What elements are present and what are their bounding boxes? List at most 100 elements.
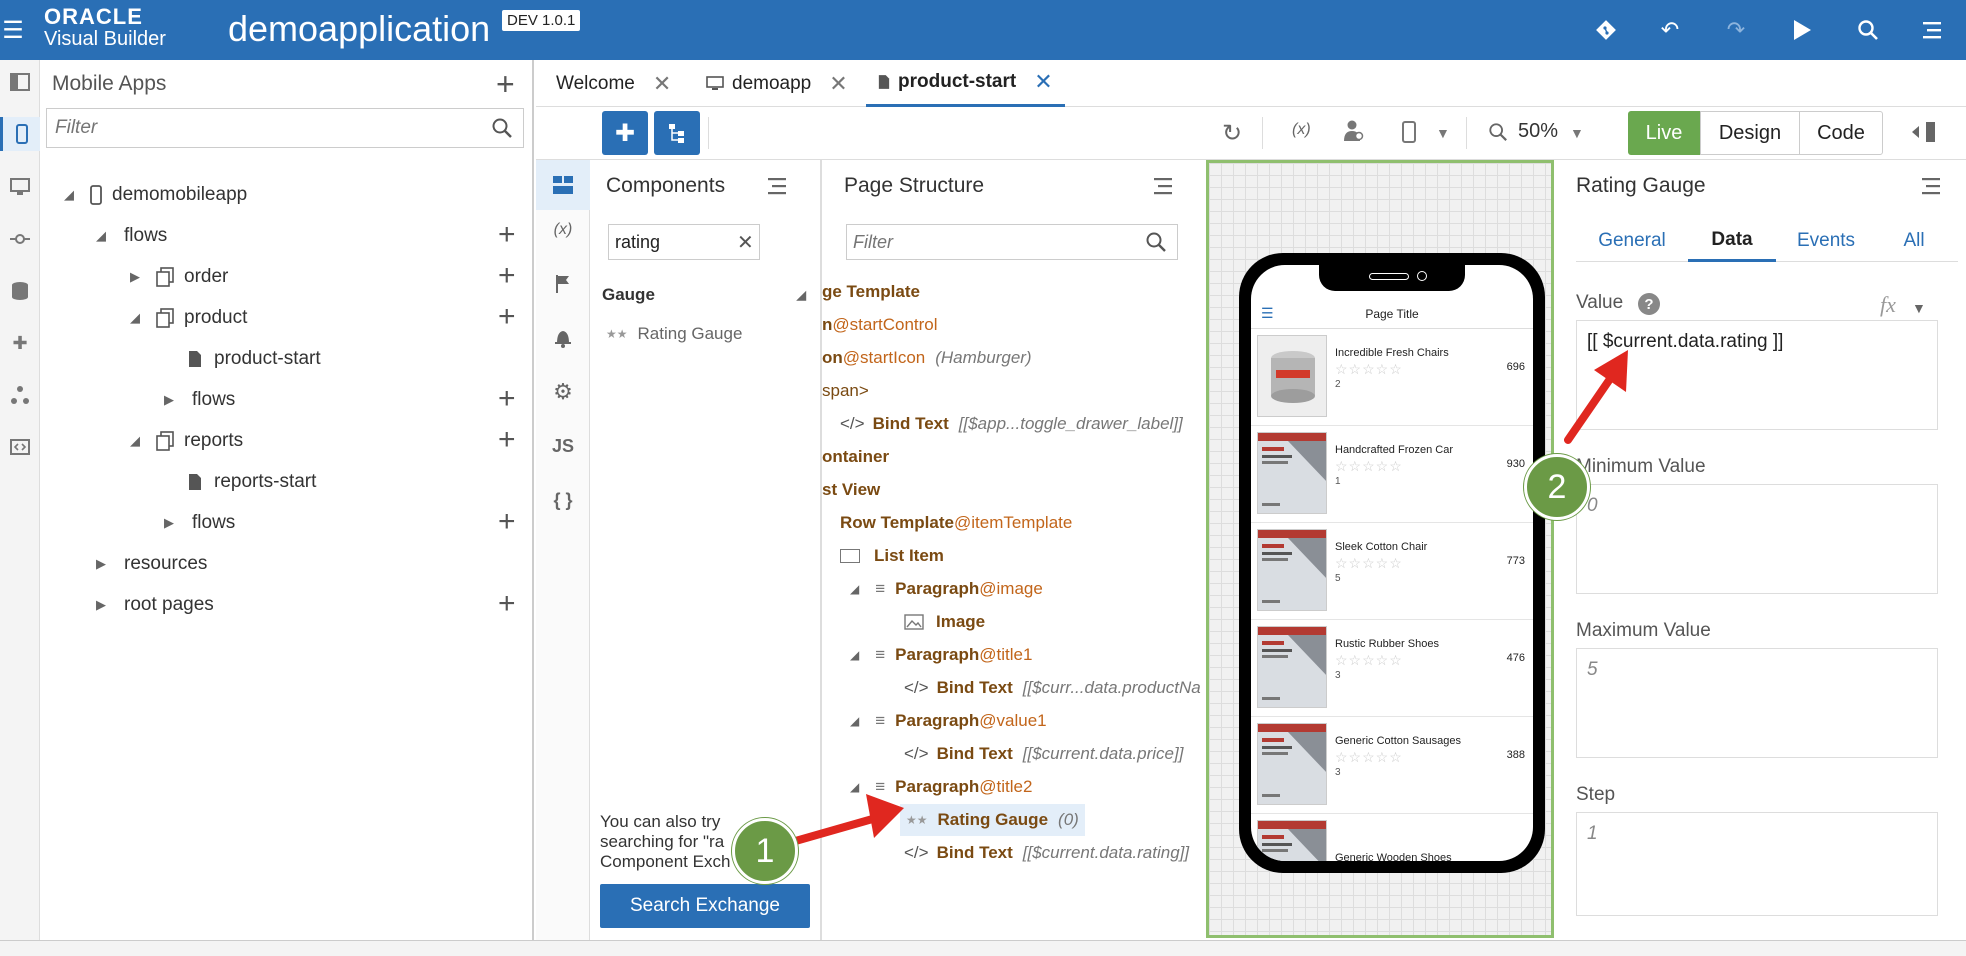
structure-row-page-template[interactable]: ge Template bbox=[822, 277, 920, 307]
tree-item-product[interactable]: ◢ product bbox=[130, 303, 247, 333]
redo-icon[interactable]: ↷ bbox=[1718, 12, 1754, 48]
phone-list-item[interactable]: Generic Cotton Sausages ☆☆☆☆☆ 3 388 bbox=[1251, 717, 1533, 814]
filter-search-icon[interactable] bbox=[491, 117, 513, 139]
rating-gauge-stars[interactable]: ☆☆☆☆☆ bbox=[1335, 361, 1403, 378]
panel-toggle-icon[interactable] bbox=[0, 65, 40, 99]
business-objects-icon[interactable] bbox=[0, 274, 40, 308]
close-icon[interactable]: ✕ bbox=[1034, 69, 1052, 95]
structure-row-rating-gauge[interactable]: ★★ Rating Gauge (0) bbox=[900, 804, 1085, 836]
phone-list-item[interactable]: Incredible Fresh Chairs ☆☆☆☆☆ 2 696 bbox=[1251, 329, 1533, 426]
json-braces-icon[interactable]: { } bbox=[536, 482, 590, 518]
mobile-apps-icon[interactable] bbox=[0, 117, 40, 151]
tab-general[interactable]: General bbox=[1576, 220, 1688, 262]
tree-item-flows[interactable]: ◢ flows bbox=[96, 221, 167, 251]
tree-item-root-pages[interactable]: ▶ root pages bbox=[96, 590, 214, 620]
bell-icon[interactable] bbox=[536, 320, 590, 356]
tree-item-resources[interactable]: ▶ resources bbox=[96, 549, 207, 579]
expand-triangle-icon[interactable]: ▶ bbox=[164, 515, 182, 531]
design-mode-button[interactable]: Design bbox=[1700, 111, 1800, 155]
structure-row-paragraph-value1[interactable]: ◢ ≡ Paragraph @value1 bbox=[850, 706, 1047, 736]
components-search-input[interactable] bbox=[615, 230, 725, 254]
design-canvas[interactable]: ☰ Page Title Incredible Fresh Chairs ☆☆☆☆… bbox=[1206, 160, 1554, 938]
phone-list-item[interactable]: Generic Wooden Shoes bbox=[1251, 814, 1533, 861]
structure-row-container[interactable]: ontainer bbox=[822, 442, 889, 472]
run-play-icon[interactable] bbox=[1784, 12, 1820, 48]
tree-item-app[interactable]: ◢ demomobileapp bbox=[64, 180, 247, 210]
tab-events[interactable]: Events bbox=[1776, 220, 1876, 262]
properties-panel-toggle-icon[interactable] bbox=[1910, 121, 1936, 143]
nav-filter-input[interactable] bbox=[55, 116, 455, 140]
tab-data[interactable]: Data bbox=[1688, 220, 1776, 262]
structure-row-bind-text[interactable]: </> Bind Text [[$app...toggle_drawer_label… bbox=[840, 409, 1183, 439]
javascript-icon[interactable]: JS bbox=[536, 428, 590, 464]
code-mode-button[interactable]: Code bbox=[1799, 111, 1883, 155]
structure-row-list-item[interactable]: List Item bbox=[840, 541, 944, 571]
device-phone-icon[interactable] bbox=[1402, 121, 1416, 143]
variables-icon[interactable]: (x) bbox=[536, 212, 590, 248]
collapse-triangle-icon[interactable]: ◢ bbox=[850, 648, 859, 662]
collapse-triangle-icon[interactable]: ◢ bbox=[130, 310, 148, 326]
variables-off-icon[interactable]: (x) bbox=[1292, 121, 1311, 139]
components-puzzle-icon[interactable]: ✚ bbox=[0, 326, 40, 360]
source-view-icon[interactable] bbox=[0, 430, 40, 464]
device-dropdown-icon[interactable]: ▼ bbox=[1436, 125, 1450, 141]
components-panel-toggle[interactable]: ✚ bbox=[602, 111, 648, 155]
search-icon[interactable] bbox=[1850, 12, 1886, 48]
structure-row-paragraph-image[interactable]: ◢ ≡ Paragraph @image bbox=[850, 574, 1043, 604]
expression-fx-icon[interactable]: fx bbox=[1880, 292, 1896, 318]
collapse-triangle-icon[interactable]: ◢ bbox=[850, 780, 859, 794]
add-reports-button[interactable]: + bbox=[498, 425, 516, 455]
structure-row-paragraph-title2[interactable]: ◢ ≡ Paragraph @title2 bbox=[850, 772, 1032, 802]
undo-icon[interactable]: ↶ bbox=[1652, 12, 1688, 48]
phone-screen[interactable]: ☰ Page Title Incredible Fresh Chairs ☆☆☆☆… bbox=[1251, 265, 1533, 861]
structure-row-list-view[interactable]: st View bbox=[822, 475, 880, 505]
structure-row-start-control[interactable]: n @startControl bbox=[822, 310, 938, 340]
rating-gauge-stars[interactable]: ☆☆☆☆☆ bbox=[1335, 555, 1403, 572]
structure-panel-toggle[interactable] bbox=[654, 111, 700, 155]
structure-row-bind-text-price[interactable]: </> Bind Text [[$current.data.price]] bbox=[904, 739, 1183, 769]
tree-item-order[interactable]: ▶ order bbox=[130, 262, 228, 292]
rating-gauge-component[interactable]: ★★ Rating Gauge bbox=[606, 324, 742, 344]
structure-row-start-icon[interactable]: on @startIcon (Hamburger) bbox=[822, 343, 1032, 373]
gauge-group-header[interactable]: Gauge ◢ bbox=[602, 280, 806, 310]
tree-item-product-start[interactable]: product-start bbox=[188, 344, 321, 374]
structure-menu-icon[interactable] bbox=[1152, 176, 1174, 196]
structure-row-image[interactable]: Image bbox=[904, 607, 985, 637]
properties-menu-icon[interactable] bbox=[1920, 176, 1942, 196]
zoom-dropdown-icon[interactable]: ▼ bbox=[1570, 125, 1584, 141]
collapse-triangle-icon[interactable]: ◢ bbox=[130, 433, 148, 449]
step-field[interactable]: 1 bbox=[1576, 812, 1938, 916]
search-exchange-button[interactable]: Search Exchange bbox=[600, 884, 810, 928]
live-mode-button[interactable]: Live bbox=[1628, 111, 1700, 155]
tab-all[interactable]: All bbox=[1876, 220, 1952, 262]
phone-list-item[interactable]: Sleek Cotton Chair ☆☆☆☆☆ 5 773 bbox=[1251, 523, 1533, 620]
clear-search-icon[interactable]: ✕ bbox=[737, 230, 754, 255]
rating-gauge-stars[interactable]: ☆☆☆☆☆ bbox=[1335, 458, 1403, 475]
processes-icon[interactable] bbox=[0, 378, 40, 412]
user-role-icon[interactable] bbox=[1344, 119, 1364, 143]
page-designer-icon[interactable] bbox=[536, 160, 590, 210]
settings-gear-icon[interactable]: ⚙ bbox=[536, 374, 590, 410]
tab-demoapp[interactable]: demoapp ✕ bbox=[706, 60, 848, 107]
hamburger-menu-icon[interactable]: ☰ bbox=[0, 12, 26, 48]
main-menu-icon[interactable] bbox=[1914, 12, 1950, 48]
expression-dropdown-icon[interactable]: ▼ bbox=[1912, 300, 1926, 316]
min-value-field[interactable]: 0 bbox=[1576, 484, 1938, 594]
add-order-button[interactable]: + bbox=[498, 261, 516, 291]
expand-triangle-icon[interactable]: ▶ bbox=[130, 269, 148, 285]
tree-item-product-flows[interactable]: ▶ flows bbox=[164, 385, 235, 415]
add-product-button[interactable]: + bbox=[498, 302, 516, 332]
structure-row-span[interactable]: span> bbox=[822, 376, 869, 406]
collapse-triangle-icon[interactable]: ◢ bbox=[850, 582, 859, 596]
tree-item-reports-flows[interactable]: ▶ flows bbox=[164, 508, 235, 538]
tree-item-reports[interactable]: ◢ reports bbox=[130, 426, 243, 456]
structure-row-bind-text-rating[interactable]: </> Bind Text [[$current.data.rating]] bbox=[904, 838, 1189, 868]
phone-list-item[interactable]: Rustic Rubber Shoes ☆☆☆☆☆ 3 476 bbox=[1251, 620, 1533, 717]
rating-gauge-stars[interactable]: ☆☆☆☆☆ bbox=[1335, 749, 1403, 766]
structure-row-bind-text-title[interactable]: </> Bind Text [[$curr...data.productNa bbox=[904, 673, 1201, 703]
structure-filter-input[interactable] bbox=[853, 230, 1133, 254]
flag-icon[interactable] bbox=[536, 266, 590, 302]
filter-search-icon[interactable] bbox=[1145, 231, 1167, 253]
rating-gauge-stars[interactable]: ☆☆☆☆☆ bbox=[1335, 652, 1403, 669]
zoom-level[interactable]: 50% bbox=[1518, 120, 1558, 143]
